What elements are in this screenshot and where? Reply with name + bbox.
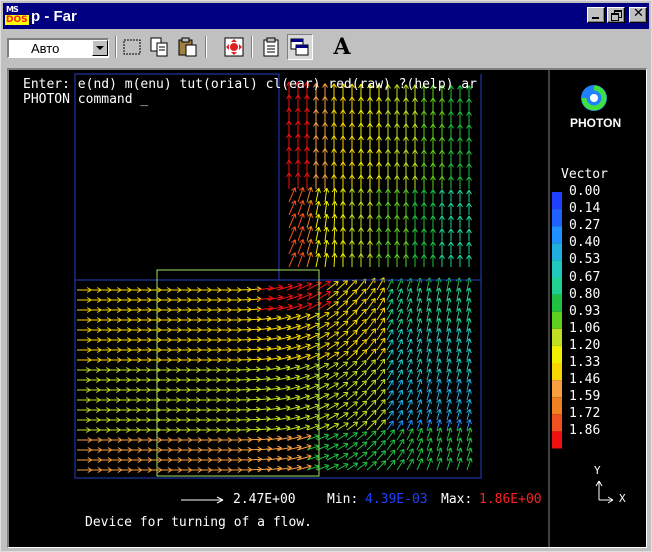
legend-label: 0.93 bbox=[569, 303, 601, 319]
command-line[interactable]: PHOTON command _ bbox=[23, 92, 148, 107]
legend-swatch bbox=[552, 192, 562, 210]
mark-icon bbox=[123, 39, 141, 55]
close-icon: ✕ bbox=[633, 6, 644, 21]
font-button[interactable]: A bbox=[329, 34, 355, 60]
properties-button[interactable] bbox=[259, 34, 285, 60]
legend-swatch bbox=[552, 243, 562, 261]
max-label: Max: bbox=[441, 492, 473, 507]
legend-swatch bbox=[552, 311, 562, 329]
legend-swatch bbox=[552, 209, 562, 227]
logo-label: PHOTON bbox=[570, 116, 622, 130]
legend-label: 0.40 bbox=[569, 235, 601, 251]
legend-label: 1.20 bbox=[569, 337, 601, 353]
axis-y-label: Y bbox=[594, 464, 601, 477]
legend-title: Vector bbox=[561, 167, 608, 182]
legend-label: 1.59 bbox=[569, 389, 601, 405]
chevron-down-icon[interactable] bbox=[92, 40, 108, 56]
fullscreen-button[interactable] bbox=[221, 34, 247, 60]
plot-caption: Device for turning of a flow. bbox=[85, 515, 312, 530]
max-value: 1.86E+00 bbox=[479, 492, 542, 507]
legend-swatches bbox=[552, 192, 562, 449]
paste-button[interactable] bbox=[175, 34, 201, 60]
close-button[interactable]: ✕ bbox=[629, 6, 647, 23]
dos-window: MS DOS p - Far ✕ Авто A Enter: e(nd) m(e… bbox=[0, 0, 652, 552]
legend-swatch bbox=[552, 363, 562, 381]
toolbar-separator bbox=[251, 36, 253, 58]
background-button[interactable] bbox=[287, 34, 313, 60]
legend-label: 1.33 bbox=[569, 355, 601, 370]
legend-label: 1.46 bbox=[569, 372, 601, 388]
min-label: Min: bbox=[327, 492, 359, 507]
copy-icon bbox=[150, 37, 168, 57]
legend-label: 0.80 bbox=[569, 286, 601, 302]
legend-swatch bbox=[552, 380, 562, 398]
window-title: p - Far bbox=[31, 7, 77, 25]
minimize-button[interactable] bbox=[587, 7, 605, 23]
legend-swatch bbox=[552, 260, 562, 278]
legend-swatch bbox=[552, 414, 562, 432]
properties-icon bbox=[263, 37, 279, 57]
fullscreen-icon bbox=[224, 37, 244, 57]
axes-indicator-icon bbox=[595, 480, 614, 504]
vector-arrows bbox=[77, 81, 473, 473]
font-size-value: Авто bbox=[31, 41, 60, 56]
legend-swatch bbox=[552, 397, 562, 415]
title-bar[interactable]: MS DOS p - Far ✕ bbox=[3, 3, 649, 29]
legend-label: 1.06 bbox=[569, 320, 601, 336]
legend-label: 0.27 bbox=[569, 218, 601, 234]
toolbar: Авто A bbox=[3, 32, 649, 64]
legend-label: 0.53 bbox=[569, 252, 601, 268]
font-size-select[interactable]: Авто bbox=[7, 38, 109, 58]
legend-label: 0.67 bbox=[569, 269, 601, 285]
legend-swatch bbox=[552, 294, 562, 312]
prompt-line: Enter: e(nd) m(enu) tut(orial) cl(ear) r… bbox=[23, 77, 477, 92]
axis-x-label: X bbox=[619, 492, 626, 505]
toolbar-separator bbox=[205, 36, 207, 58]
mark-button[interactable] bbox=[119, 34, 145, 60]
background-icon bbox=[290, 38, 309, 56]
legend-swatch bbox=[552, 277, 562, 295]
paste-icon bbox=[178, 37, 197, 57]
toolbar-separator bbox=[115, 36, 117, 58]
region-outline bbox=[156, 269, 320, 477]
legend-label: 1.72 bbox=[569, 406, 601, 422]
dos-screen[interactable]: Enter: e(nd) m(enu) tut(orial) cl(ear) r… bbox=[7, 68, 647, 548]
min-value: 4.39E-03 bbox=[365, 492, 428, 507]
scale-value: 2.47E+00 bbox=[233, 492, 296, 507]
copy-button[interactable] bbox=[147, 34, 173, 60]
legend-label: 0.00 bbox=[569, 184, 601, 199]
legend-label: 0.14 bbox=[569, 201, 601, 217]
legend-swatch bbox=[552, 328, 562, 346]
vector-field-plot bbox=[74, 70, 614, 547]
legend-swatch bbox=[552, 226, 562, 244]
legend-swatch bbox=[552, 345, 562, 363]
restore-button[interactable] bbox=[607, 7, 625, 23]
msdos-icon[interactable]: MS DOS bbox=[5, 5, 29, 27]
font-icon: A bbox=[333, 34, 351, 60]
photon-logo-icon bbox=[581, 85, 607, 111]
legend-swatch bbox=[552, 431, 562, 449]
legend-label: 1.86 bbox=[569, 423, 601, 439]
